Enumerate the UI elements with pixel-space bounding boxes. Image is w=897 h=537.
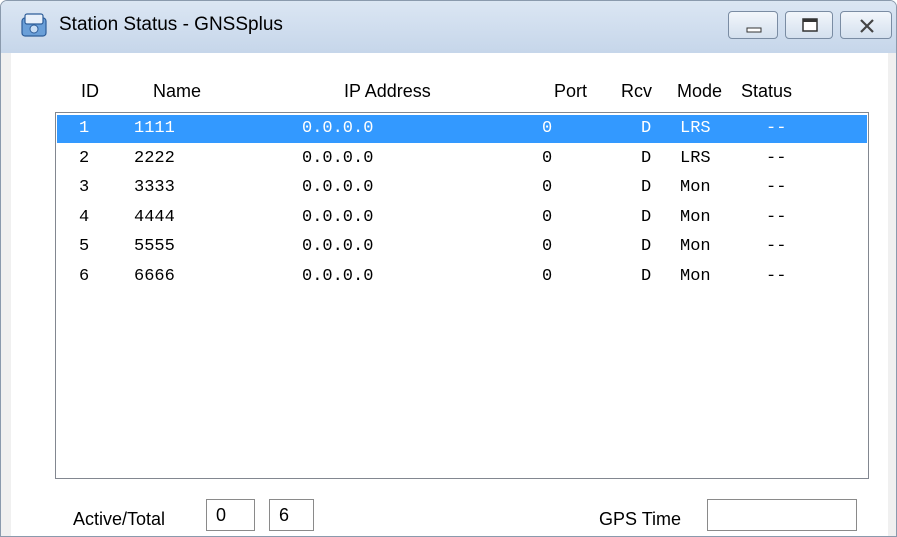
- cell-id: 6: [79, 267, 90, 286]
- maximize-button[interactable]: [785, 11, 833, 39]
- app-icon: [21, 13, 47, 37]
- minimize-button[interactable]: [728, 11, 778, 39]
- station-row[interactable]: 4 4444 0.0.0.0 0 D Mon --: [57, 204, 867, 232]
- cell-mode: LRS: [680, 119, 711, 138]
- station-list[interactable]: 1 1111 0.0.0.0 0 D LRS -- 2 2222 0.0.0.0…: [55, 112, 869, 479]
- cell-ip: 0.0.0.0: [302, 149, 374, 168]
- cell-id: 3: [79, 178, 90, 197]
- column-header-status[interactable]: Status: [741, 81, 792, 102]
- close-button[interactable]: [840, 11, 892, 39]
- station-row[interactable]: 6 6666 0.0.0.0 0 D Mon --: [57, 263, 867, 291]
- cell-port: 0: [542, 119, 553, 138]
- cell-rcv: D: [641, 119, 652, 138]
- cell-name: 1111: [134, 119, 175, 138]
- cell-name: 2222: [134, 149, 175, 168]
- cell-mode: Mon: [680, 237, 711, 256]
- cell-ip: 0.0.0.0: [302, 178, 374, 197]
- close-icon: [860, 19, 874, 33]
- cell-id: 4: [79, 208, 90, 227]
- station-row[interactable]: 2 2222 0.0.0.0 0 D LRS --: [57, 145, 867, 173]
- cell-mode: Mon: [680, 178, 711, 197]
- cell-rcv: D: [641, 208, 652, 227]
- cell-mode: Mon: [680, 267, 711, 286]
- cell-rcv: D: [641, 178, 652, 197]
- cell-status: --: [766, 267, 787, 286]
- gps-time-field: [707, 499, 857, 531]
- cell-port: 0: [542, 149, 553, 168]
- station-status-window: Station Status - GNSSplus ID Name IP Add…: [0, 0, 897, 537]
- cell-status: --: [766, 208, 787, 227]
- column-header-ip-address[interactable]: IP Address: [344, 81, 431, 102]
- cell-rcv: D: [641, 149, 652, 168]
- cell-ip: 0.0.0.0: [302, 237, 374, 256]
- maximize-icon: [802, 18, 818, 32]
- column-header-mode[interactable]: Mode: [677, 81, 722, 102]
- active-total-label: Active/Total: [73, 509, 166, 529]
- cell-ip: 0.0.0.0: [302, 208, 374, 227]
- cell-name: 3333: [134, 178, 175, 197]
- cell-status: --: [766, 149, 787, 168]
- gps-time-label: GPS Time: [599, 509, 682, 529]
- cell-ip: 0.0.0.0: [302, 119, 374, 138]
- cell-id: 5: [79, 237, 90, 256]
- minimize-icon: [746, 27, 762, 33]
- cell-port: 0: [542, 237, 553, 256]
- column-header-name[interactable]: Name: [153, 81, 201, 102]
- window-title: Station Status - GNSSplus: [59, 14, 283, 35]
- station-row[interactable]: 5 5555 0.0.0.0 0 D Mon --: [57, 233, 867, 261]
- cell-id: 2: [79, 149, 90, 168]
- cell-name: 4444: [134, 208, 175, 227]
- cell-port: 0: [542, 267, 553, 286]
- cell-name: 5555: [134, 237, 175, 256]
- column-header-id[interactable]: ID: [81, 81, 99, 102]
- column-header-port[interactable]: Port: [554, 81, 587, 102]
- total-count-field: 6: [269, 499, 314, 531]
- cell-status: --: [766, 119, 787, 138]
- cell-rcv: D: [641, 237, 652, 256]
- cell-id: 1: [79, 119, 90, 138]
- title-bar[interactable]: Station Status - GNSSplus: [1, 1, 896, 53]
- cell-status: --: [766, 178, 787, 197]
- station-row[interactable]: 1 1111 0.0.0.0 0 D LRS --: [57, 115, 867, 143]
- cell-mode: Mon: [680, 208, 711, 227]
- cell-status: --: [766, 237, 787, 256]
- active-count-field: 0: [206, 499, 255, 531]
- column-header-rcv[interactable]: Rcv: [621, 81, 652, 102]
- cell-name: 6666: [134, 267, 175, 286]
- cell-ip: 0.0.0.0: [302, 267, 374, 286]
- cell-port: 0: [542, 178, 553, 197]
- cell-port: 0: [542, 208, 553, 227]
- station-row[interactable]: 3 3333 0.0.0.0 0 D Mon --: [57, 174, 867, 202]
- cell-rcv: D: [641, 267, 652, 286]
- cell-mode: LRS: [680, 149, 711, 168]
